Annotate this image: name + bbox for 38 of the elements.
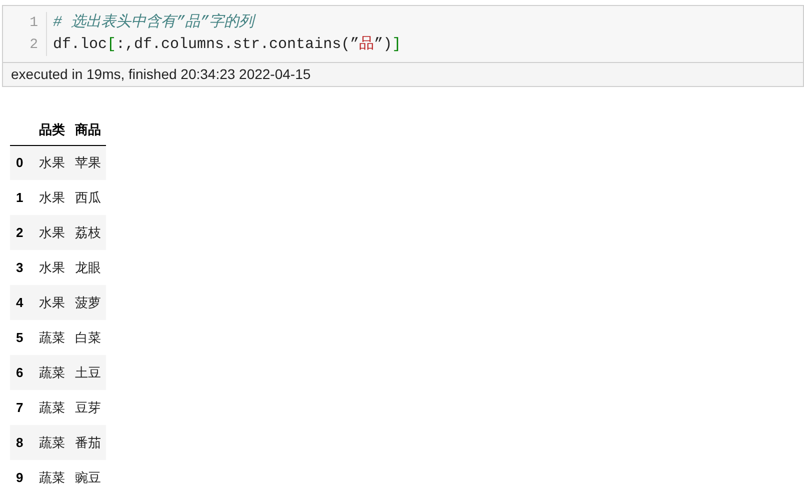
table-cell: 蔬菜	[34, 425, 70, 460]
table-cell: 水果	[34, 250, 70, 285]
code-line: # 选出表头中含有”品”字的列	[53, 12, 257, 33]
code-cell[interactable]: 1 2 # 选出表头中含有”品”字的列 df.loc[:,df.columns.str.contains(”品”)]	[2, 5, 804, 63]
row-index: 0	[10, 145, 34, 180]
table-cell: 蔬菜	[34, 320, 70, 355]
row-index: 3	[10, 250, 34, 285]
row-index: 1	[10, 180, 34, 215]
row-index: 4	[10, 285, 34, 320]
table-cell: 豆芽	[70, 390, 106, 425]
table-cell: 龙眼	[70, 250, 106, 285]
table-cell: 豌豆	[70, 460, 106, 495]
line-number: 1	[28, 14, 38, 33]
table-cell: 蔬菜	[34, 390, 70, 425]
column-header: 品类	[34, 115, 70, 145]
table-cell: 白菜	[70, 320, 106, 355]
table-cell: 西瓜	[70, 180, 106, 215]
table-cell: 蔬菜	[34, 460, 70, 495]
line-number: 2	[28, 36, 38, 55]
row-index: 6	[10, 355, 34, 390]
table-cell: 土豆	[70, 355, 106, 390]
table-cell: 番茄	[70, 425, 106, 460]
row-index: 8	[10, 425, 34, 460]
row-index: 7	[10, 390, 34, 425]
column-header: 商品	[70, 115, 106, 145]
table-cell: 水果	[34, 285, 70, 320]
row-index: 9	[10, 460, 34, 495]
table-cell: 水果	[34, 215, 70, 250]
table-cell: 蔬菜	[34, 355, 70, 390]
table-cell: 荔枝	[70, 215, 106, 250]
table-cell: 苹果	[70, 145, 106, 180]
table-cell: 菠萝	[70, 285, 106, 320]
code-line: df.loc[:,df.columns.str.contains(”品”)]	[53, 35, 402, 55]
table-cell: 水果	[34, 145, 70, 180]
row-index: 5	[10, 320, 34, 355]
execution-status: executed in 19ms, finished 20:34:23 2022-04-15	[2, 63, 804, 87]
row-index: 2	[10, 215, 34, 250]
table-cell: 水果	[34, 180, 70, 215]
